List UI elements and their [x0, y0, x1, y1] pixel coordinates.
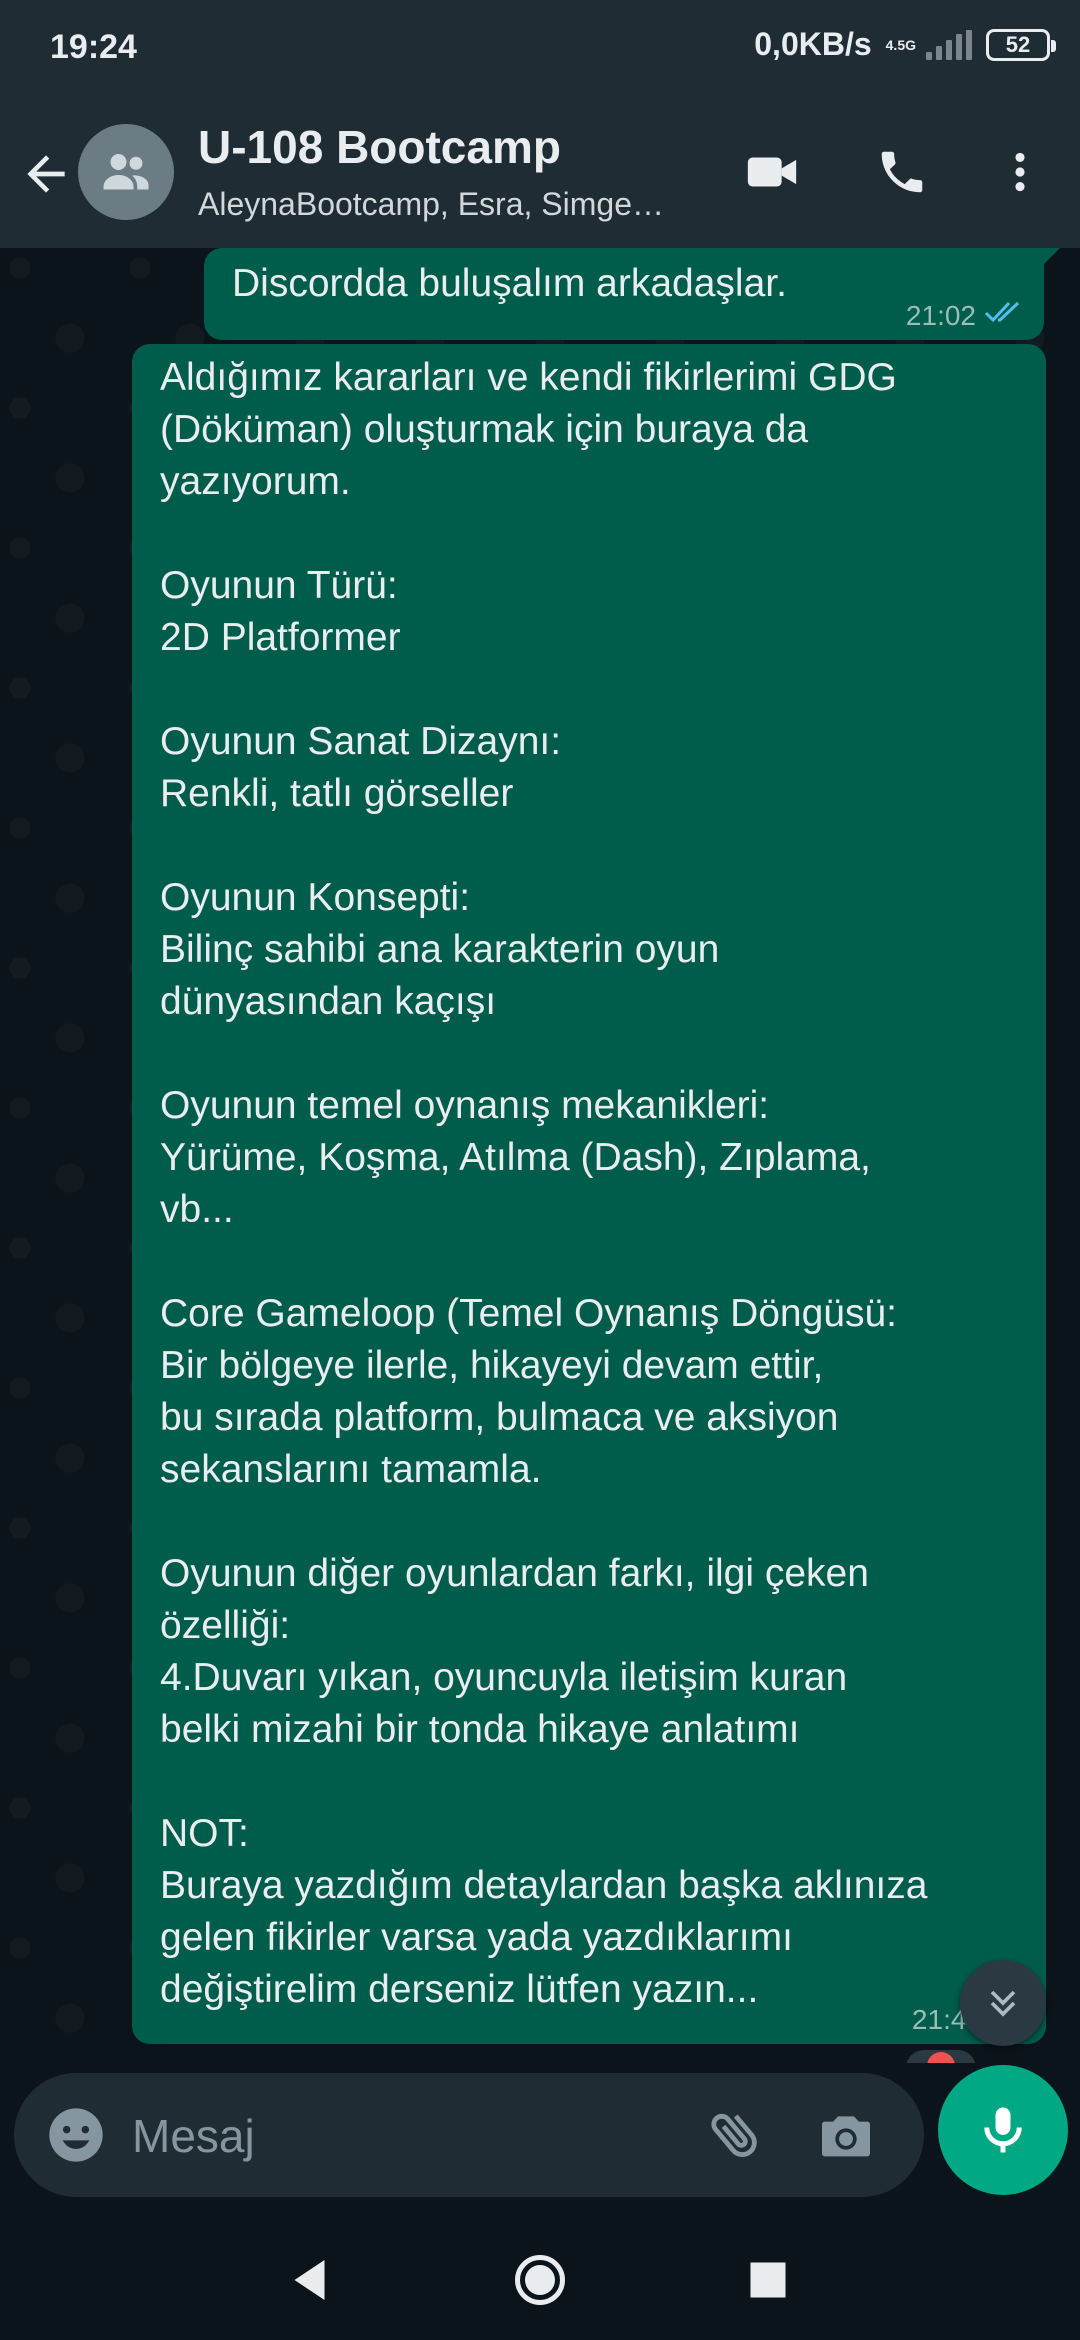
message-bubble[interactable]: Aldığımız kararları ve kendi fikirlerimi…	[132, 344, 1046, 2044]
video-call-icon[interactable]	[740, 140, 804, 204]
scroll-to-bottom-button[interactable]	[960, 1960, 1046, 2046]
message-bubble[interactable]: Discordda buluşalım arkadaşlar. 21:02	[204, 248, 1060, 342]
chat-participants[interactable]: AleynaBootcamp, Esra, Simge…	[198, 186, 708, 223]
status-right: 0,0KB/s 4.5G 52	[754, 26, 1056, 63]
back-arrow-icon[interactable]	[18, 146, 74, 202]
camera-icon[interactable]	[814, 2103, 878, 2167]
voice-call-icon[interactable]	[870, 140, 934, 204]
emoji-icon[interactable]	[44, 2103, 108, 2167]
signal-icon	[926, 29, 972, 60]
microphone-icon	[984, 2107, 1022, 2153]
message-meta: 21:02	[906, 290, 1024, 342]
bubble-tail	[1038, 248, 1060, 270]
message-input-bar: Mesaj	[14, 2073, 924, 2197]
more-options-icon[interactable]	[988, 140, 1052, 204]
group-avatar-icon[interactable]	[78, 124, 174, 220]
message-text: Aldığımız kararları ve kendi fikirlerimi…	[160, 356, 928, 2011]
message-input[interactable]: Mesaj	[132, 2109, 255, 2163]
status-bar: 19:24 0,0KB/s 4.5G 52	[0, 0, 1080, 96]
nav-home-icon[interactable]	[510, 2250, 570, 2310]
reaction-heart-icon[interactable]	[906, 2050, 976, 2063]
read-receipt-icon	[984, 290, 1024, 342]
message-text: Discordda buluşalım arkadaşlar.	[232, 262, 787, 305]
chat-title[interactable]: U-108 Bootcamp	[198, 120, 561, 174]
message-time: 21:02	[905, 300, 976, 331]
network-type: 4.5G	[885, 36, 916, 53]
nav-back-icon[interactable]	[282, 2250, 342, 2310]
chat-header: U-108 Bootcamp AleynaBootcamp, Esra, Sim…	[0, 96, 1080, 248]
battery-icon: 52	[986, 28, 1056, 61]
attachment-icon[interactable]	[704, 2103, 768, 2167]
microphone-button[interactable]	[938, 2065, 1068, 2195]
battery-level: 52	[1005, 31, 1031, 57]
status-time: 19:24	[50, 28, 137, 66]
double-chevron-down-icon	[990, 1990, 1016, 2017]
chat-messages[interactable]: Discordda buluşalım arkadaşlar. 21:02 Al…	[0, 248, 1080, 2063]
nav-recents-icon[interactable]	[738, 2250, 798, 2310]
system-navigation-bar	[0, 2210, 1080, 2340]
net-speed: 0,0KB/s	[754, 26, 872, 62]
